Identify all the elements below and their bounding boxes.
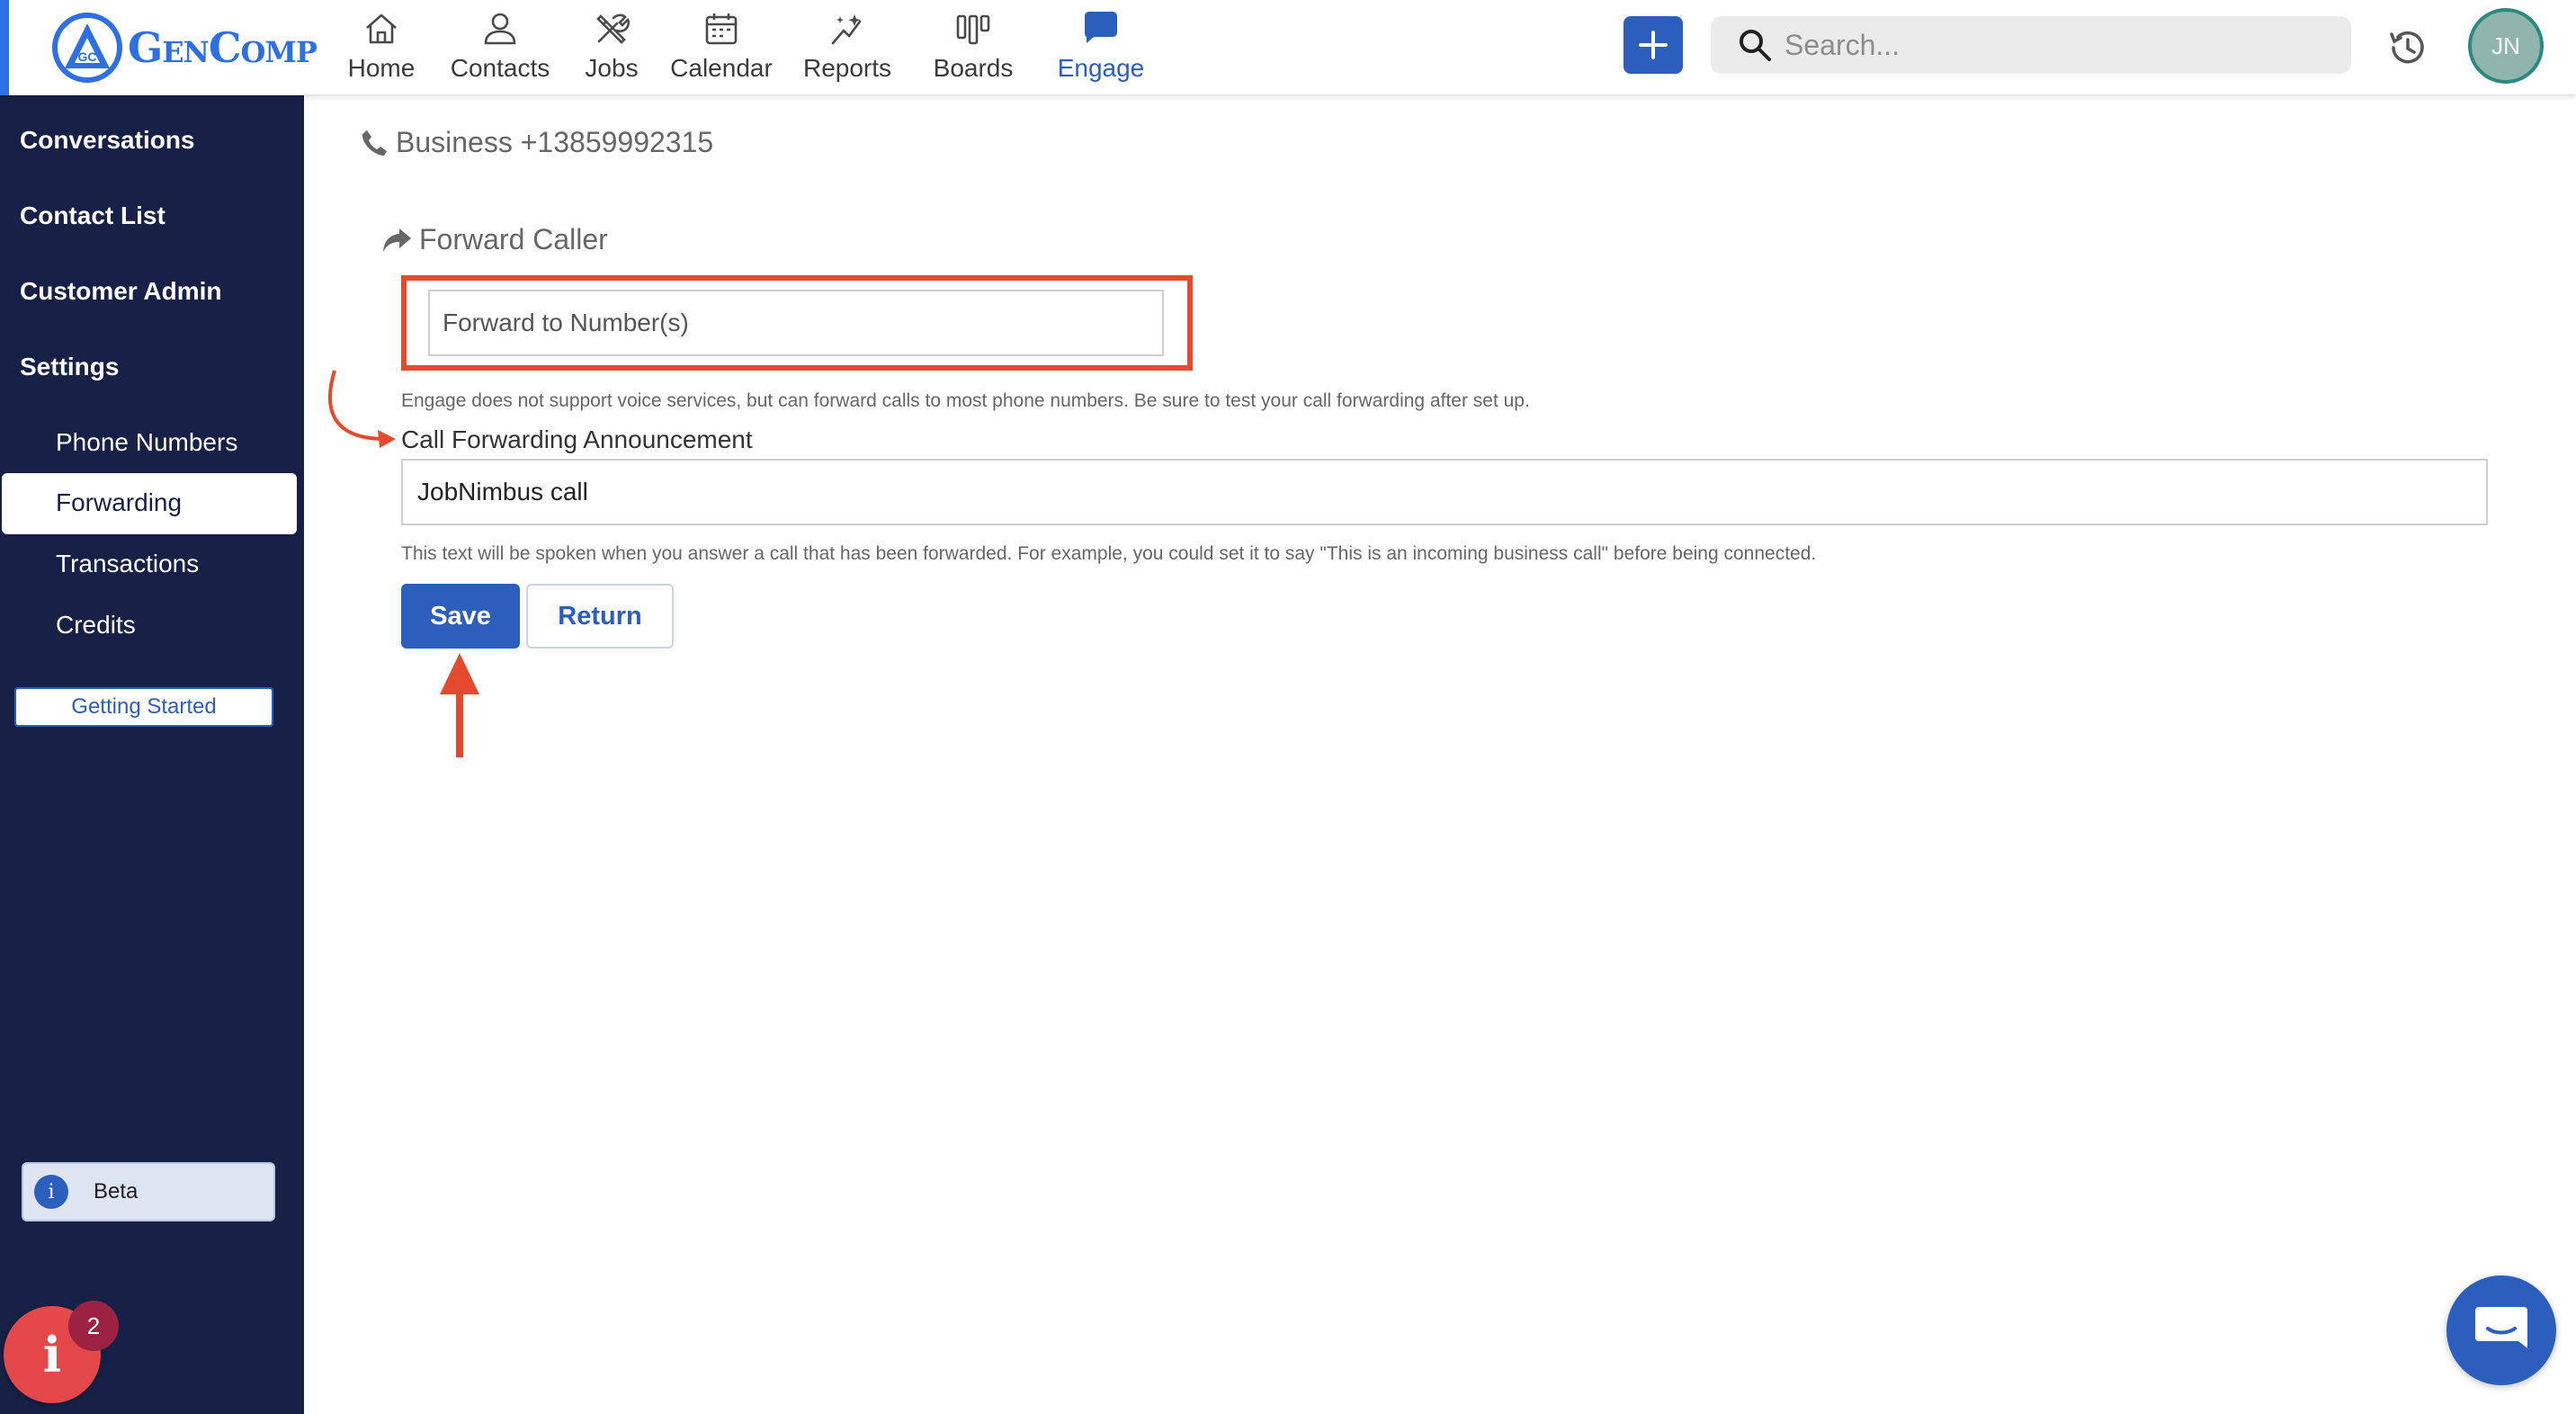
chat-icon (2475, 1307, 2527, 1348)
accent-stripe (0, 0, 9, 95)
notification-badge: 2 (68, 1301, 119, 1351)
business-line-text: Business +13859992315 (396, 126, 714, 158)
return-button[interactable]: Return (526, 584, 674, 649)
announcement-help-text: This text will be spoken when you answer… (401, 543, 1817, 564)
forward-help-text: Engage does not support voice services, … (401, 390, 1530, 411)
info-icon: i (34, 1175, 68, 1209)
sidebar-item-forwarding-label: Forwarding (56, 488, 183, 516)
up-arrow-annotation (440, 653, 479, 757)
nav-reports-label: Reports (802, 54, 892, 82)
contacts-icon (484, 13, 516, 45)
nav-engage[interactable]: Engage (1038, 0, 1164, 95)
search-input[interactable] (1784, 28, 2324, 62)
engage-icon (1085, 12, 1117, 43)
calendar-icon (705, 13, 738, 45)
nav-boards-label: Boards (933, 54, 1014, 82)
logo-text: GenComp (128, 23, 318, 72)
nav-contacts-label: Contacts (450, 54, 550, 82)
phone-icon (362, 130, 387, 156)
share-arrow-icon (383, 228, 411, 252)
logo-mark-icon: GC (52, 13, 122, 83)
sidebar-item-forwarding[interactable]: Forwarding (2, 473, 297, 534)
user-avatar[interactable]: JN (2468, 8, 2544, 84)
beta-banner[interactable]: i Beta (22, 1162, 275, 1222)
search-bar (1711, 16, 2351, 74)
svg-text:GC: GC (78, 49, 97, 64)
sidebar-item-credits[interactable]: Credits (56, 611, 136, 640)
search-icon (1740, 30, 1771, 61)
nav-jobs[interactable]: Jobs (567, 0, 657, 95)
sidebar-item-phone-numbers[interactable]: Phone Numbers (56, 428, 237, 457)
sidebar-item-settings[interactable]: Settings (20, 353, 119, 381)
getting-started-button[interactable]: Getting Started (14, 687, 273, 727)
curved-arrow-annotation (327, 370, 396, 448)
main-nav: Home Contacts Jobs Calendar Reports Boar… (329, 0, 1164, 95)
reports-icon (831, 14, 862, 45)
announcement-input[interactable] (401, 459, 2488, 525)
sidebar-item-transactions[interactable]: Transactions (56, 550, 199, 578)
nav-engage-label: Engage (1057, 54, 1145, 82)
home-icon (366, 13, 397, 44)
nav-home-label: Home (347, 54, 416, 82)
forward-to-number-input[interactable] (428, 290, 1164, 356)
top-navigation-bar: GC GenComp Home Contacts Jobs Calendar R… (0, 0, 2576, 95)
sidebar-item-conversations[interactable]: Conversations (20, 126, 195, 155)
nav-calendar[interactable]: Calendar (657, 0, 786, 95)
logo[interactable]: GC GenComp (50, 7, 318, 88)
announcement-label: Call Forwarding Announcement (401, 425, 753, 453)
annotation-overlay (327, 370, 479, 757)
forward-caller-heading: Forward Caller (381, 223, 608, 256)
sidebar-item-contact-list[interactable]: Contact List (20, 201, 165, 230)
nav-home[interactable]: Home (329, 0, 434, 95)
add-button[interactable] (1623, 16, 1683, 74)
boards-icon (956, 14, 990, 45)
nav-contacts[interactable]: Contacts (434, 0, 567, 95)
nav-boards[interactable]: Boards (908, 0, 1038, 95)
sidebar-item-customer-admin[interactable]: Customer Admin (20, 277, 222, 306)
nav-jobs-label: Jobs (585, 54, 639, 82)
nav-calendar-label: Calendar (670, 54, 773, 82)
nav-reports[interactable]: Reports (786, 0, 908, 95)
plus-icon (1639, 31, 1668, 59)
forward-caller-title: Forward Caller (419, 223, 608, 255)
beta-label: Beta (94, 1179, 139, 1204)
chat-launcher-button[interactable] (2446, 1275, 2556, 1385)
business-line-header: Business +13859992315 (360, 126, 713, 159)
history-icon[interactable] (2385, 25, 2430, 70)
save-button[interactable]: Save (401, 584, 520, 649)
jobs-icon (596, 13, 631, 44)
